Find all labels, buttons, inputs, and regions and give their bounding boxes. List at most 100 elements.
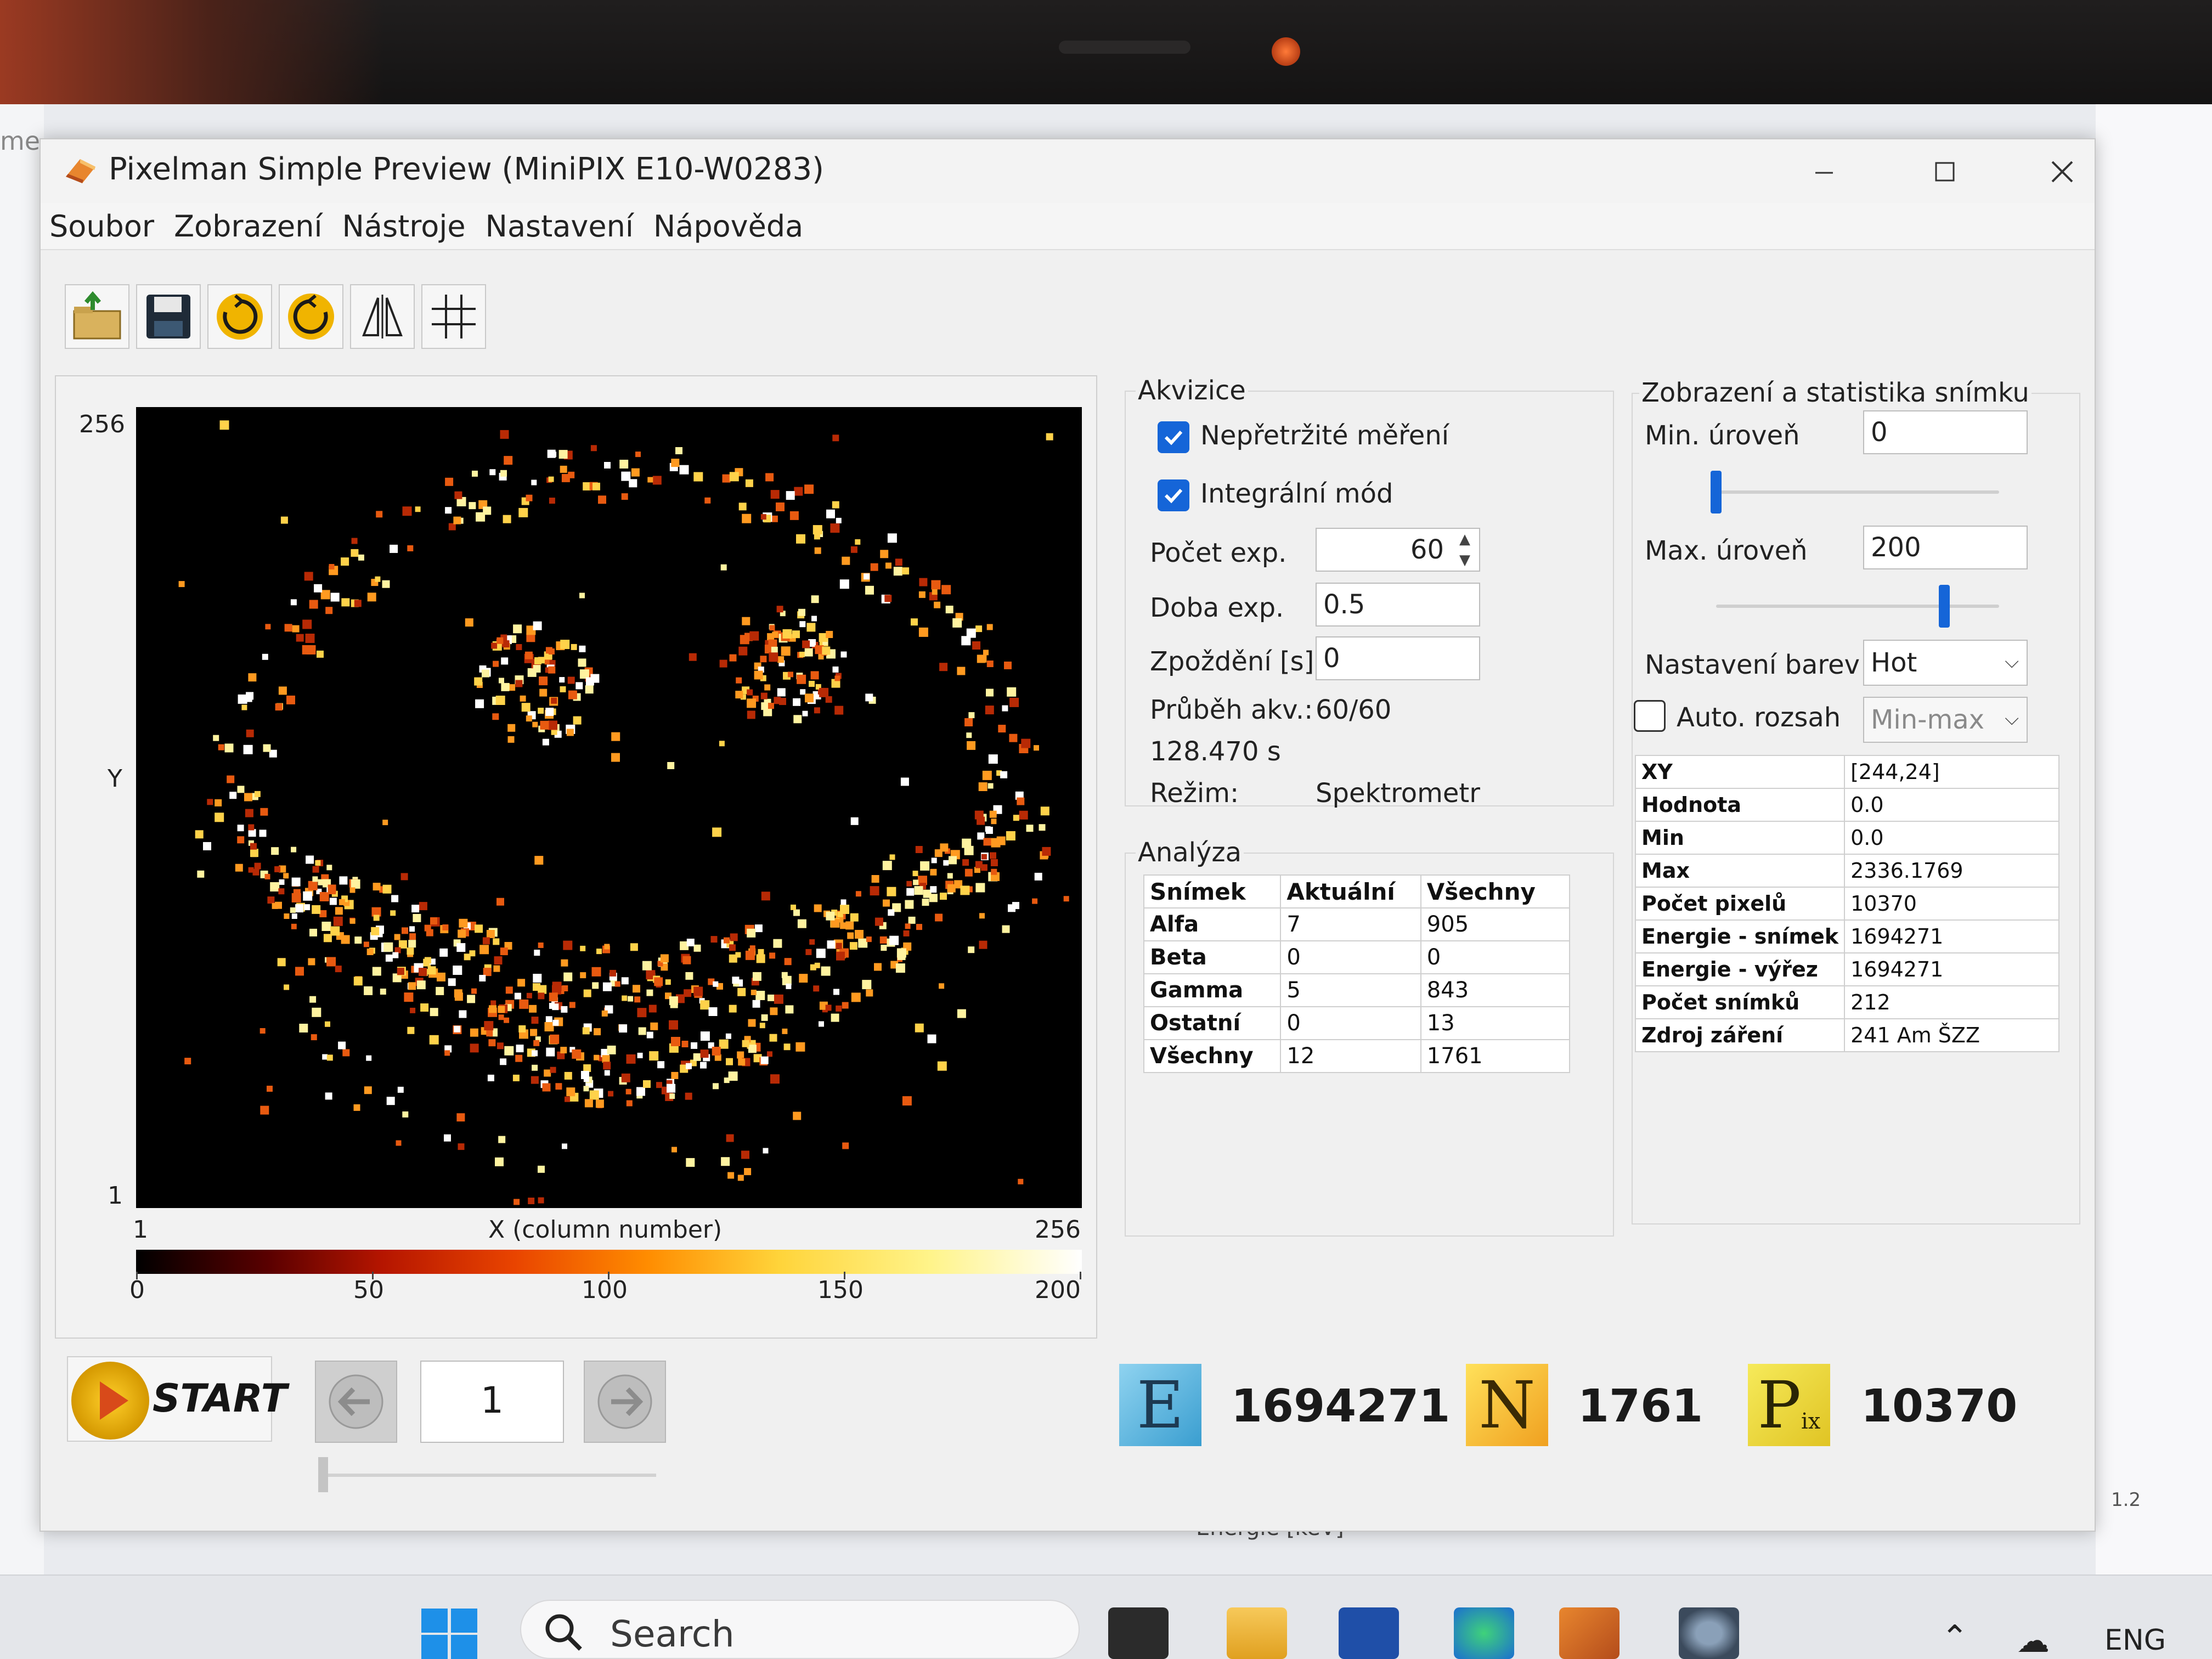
play-icon <box>71 1362 149 1440</box>
particle-hit <box>870 563 878 571</box>
spin-down-icon[interactable]: ▼ <box>1459 552 1470 568</box>
previous-frame-button[interactable] <box>315 1361 397 1443</box>
particle-hit <box>1007 687 1017 697</box>
pixelman-taskbar-icon[interactable] <box>1559 1607 1620 1659</box>
row-value: 905 <box>1420 907 1571 941</box>
menu-napoveda[interactable]: Nápověda <box>653 209 803 244</box>
detector-frame-image[interactable] <box>136 407 1082 1208</box>
open-button[interactable] <box>65 284 129 349</box>
particle-hit <box>402 927 408 934</box>
particle-hit <box>916 924 922 930</box>
particle-hit <box>380 989 386 995</box>
min-level-slider-thumb[interactable] <box>1711 471 1722 514</box>
color-map-value: Hot <box>1871 647 1917 678</box>
settings-gear-icon[interactable] <box>1679 1607 1739 1659</box>
particle-hit <box>558 450 568 459</box>
frame-slider-thumb[interactable] <box>318 1457 328 1492</box>
stat-value: 212 <box>1844 985 2059 1019</box>
particle-hit <box>685 972 693 980</box>
auto-range-select[interactable]: Min-max ⌵ <box>1863 697 2028 743</box>
menu-soubor[interactable]: Soubor <box>49 209 154 244</box>
particle-hit <box>526 992 532 998</box>
spin-up-icon[interactable]: ▲ <box>1459 531 1470 548</box>
stat-label: Energie - výřez <box>1634 952 1846 986</box>
particle-hit <box>906 888 915 896</box>
particle-hit <box>855 930 864 939</box>
row-value: 13 <box>1420 1006 1571 1040</box>
particle-hit <box>957 667 966 675</box>
particle-hit <box>259 830 267 837</box>
particle-hit <box>826 509 835 518</box>
flip-button[interactable] <box>350 284 415 349</box>
frame-number-input[interactable]: 1 <box>420 1361 564 1443</box>
particle-hit <box>250 843 257 850</box>
continuous-checkbox[interactable] <box>1158 421 1189 453</box>
auto-range-checkbox[interactable] <box>1634 700 1666 732</box>
min-level-slider-track[interactable] <box>1716 490 1999 494</box>
maximize-button[interactable] <box>1915 147 1975 196</box>
min-level-input[interactable]: 0 <box>1863 410 2028 454</box>
minimize-button[interactable] <box>1794 147 1854 196</box>
particle-hit <box>771 515 778 522</box>
exp-time-input[interactable]: 0.5 <box>1316 583 1480 627</box>
webcam-light <box>1272 37 1300 66</box>
particle-hit <box>842 1002 849 1009</box>
app-window: Pixelman Simple Preview (MiniPIX E10-W02… <box>40 138 2096 1532</box>
particle-hit <box>966 732 972 738</box>
task-view-icon[interactable] <box>1108 1607 1169 1659</box>
max-level-slider-thumb[interactable] <box>1939 585 1950 628</box>
particle-hit <box>583 989 591 997</box>
particle-hit <box>493 965 500 972</box>
particle-hit <box>309 996 317 1003</box>
particle-hit <box>325 607 333 614</box>
menu-zobrazeni[interactable]: Zobrazení <box>174 209 322 244</box>
language-indicator[interactable]: ENG <box>2104 1624 2166 1657</box>
max-level-input[interactable]: 200 <box>1863 526 2028 569</box>
particle-hit <box>700 1062 707 1069</box>
close-button[interactable] <box>2032 147 2092 196</box>
particle-hit <box>611 753 620 762</box>
frame-slider-track[interactable] <box>321 1474 656 1477</box>
particle-hit <box>772 631 778 638</box>
particle-hit <box>646 1031 653 1039</box>
particle-hit <box>777 688 786 697</box>
onedrive-cloud-icon[interactable]: ☁ <box>2017 1622 2050 1659</box>
particle-hit <box>884 595 892 602</box>
menu-nastaveni[interactable]: Nastavení <box>486 209 634 244</box>
particle-hit <box>793 1111 802 1120</box>
particle-hit <box>986 689 994 697</box>
save-button[interactable] <box>136 284 201 349</box>
next-frame-button[interactable] <box>584 1361 666 1443</box>
edge-browser-icon[interactable] <box>1454 1607 1514 1659</box>
grid-button[interactable] <box>421 284 486 349</box>
particle-hit <box>215 812 224 822</box>
start-button[interactable]: START <box>67 1356 287 1442</box>
integral-label: Integrální mód <box>1200 478 1393 509</box>
file-explorer-icon[interactable] <box>1227 1607 1287 1659</box>
windows-start-icon[interactable] <box>419 1606 479 1659</box>
particle-hit <box>260 808 268 816</box>
rotate-ccw-button[interactable] <box>279 284 343 349</box>
particle-hit <box>631 468 640 477</box>
particle-hit <box>396 1140 402 1146</box>
store-icon[interactable] <box>1339 1607 1399 1659</box>
chevron-up-icon[interactable]: ⌃ <box>1941 1618 1968 1657</box>
particle-hit <box>548 666 556 674</box>
color-map-select[interactable]: Hot ⌵ <box>1863 640 2028 686</box>
table-row: Ostatní 0 13 <box>1143 1006 1571 1040</box>
taskbar-search-box[interactable] <box>520 1600 1080 1659</box>
title-bar[interactable]: Pixelman Simple Preview (MiniPIX E10-W02… <box>41 139 2095 203</box>
integral-checkbox[interactable] <box>1158 479 1189 511</box>
max-level-slider-track[interactable] <box>1716 605 1999 608</box>
particle-hit <box>665 979 671 985</box>
menu-nastroje[interactable]: Nástroje <box>342 209 465 244</box>
particle-hit <box>710 936 718 943</box>
particle-hit <box>532 1064 538 1071</box>
rotate-cw-button[interactable] <box>207 284 272 349</box>
delay-input[interactable]: 0 <box>1316 636 1480 680</box>
background-tab-label: me <box>0 126 41 156</box>
particle-hit <box>761 891 770 901</box>
y-axis-label: Y <box>108 765 122 793</box>
exp-count-spinner[interactable]: ▲ ▼ <box>1454 529 1476 571</box>
auto-range-value: Min-max <box>1871 704 1985 735</box>
